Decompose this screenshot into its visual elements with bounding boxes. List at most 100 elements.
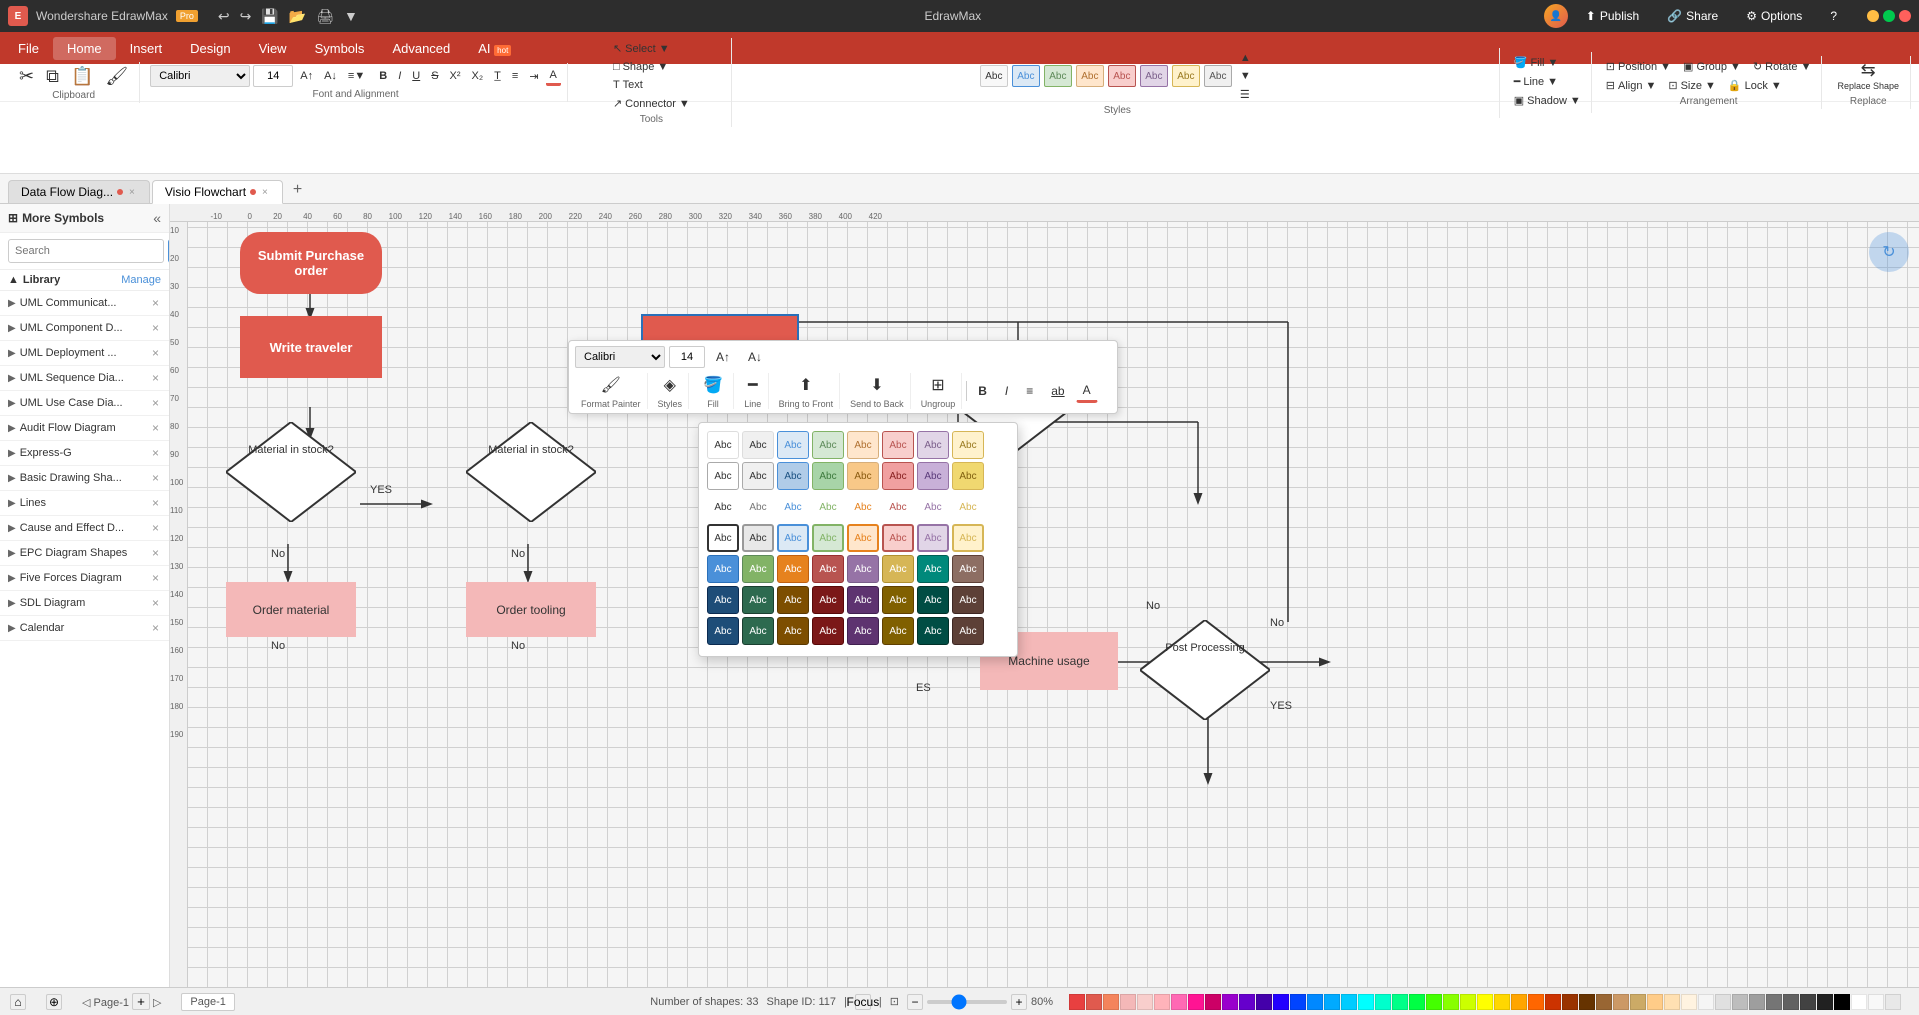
strikethrough-button[interactable]: S (427, 68, 442, 84)
sp-cell-5-4[interactable]: Abc (812, 555, 844, 583)
fill-button[interactable]: 🪣 Fill ▼ (1510, 54, 1563, 71)
focus-button[interactable]: Focus (855, 994, 871, 1010)
sp-cell-4-4[interactable]: Abc (812, 524, 844, 552)
help-button[interactable]: ? (1820, 5, 1847, 27)
style-cell-5[interactable]: Abc (1108, 65, 1136, 87)
refresh-button[interactable]: ↻ (1869, 232, 1909, 272)
minimize-button[interactable] (1867, 10, 1879, 22)
sp-cell-2-3[interactable]: Abc (777, 462, 809, 490)
sp-cell-2-5[interactable]: Abc (847, 462, 879, 490)
sidebar-item-uml-comp[interactable]: ▶ UML Component D... × (0, 316, 169, 341)
size-button[interactable]: ⊡ Size ▼ (1664, 77, 1720, 94)
decrease-font-button[interactable]: A↓ (320, 68, 341, 84)
text-style-button[interactable]: T̲ (490, 68, 505, 84)
color-swatch[interactable] (1698, 994, 1714, 1010)
item-close-button[interactable]: × (150, 396, 161, 410)
sp-cell-5-1[interactable]: Abc (707, 555, 739, 583)
print-button[interactable]: 🖨 (312, 6, 338, 27)
close-tab-visio[interactable]: × (260, 187, 270, 198)
sidebar-item-uml-seq[interactable]: ▶ UML Sequence Dia... × (0, 366, 169, 391)
align-ribbon-button[interactable]: ⊟ Align ▼ (1602, 77, 1661, 94)
add-page-button[interactable]: + (132, 993, 150, 1010)
menu-ai[interactable]: AI hot (464, 37, 525, 60)
color-swatch[interactable] (1307, 994, 1323, 1010)
zoom-slider[interactable] (927, 1000, 1007, 1004)
item-close-button[interactable]: × (150, 346, 161, 360)
format-painter-ribbon-button[interactable]: 🖌 (100, 64, 133, 88)
ft-fill-button[interactable]: 🪣 (699, 373, 727, 397)
sp-cell-4-2[interactable]: Abc (742, 524, 774, 552)
sp-cell-4-7[interactable]: Abc (917, 524, 949, 552)
color-swatch[interactable] (1171, 994, 1187, 1010)
sp-cell-1-1[interactable]: Abc (707, 431, 739, 459)
sp-cell-5-7[interactable]: Abc (917, 555, 949, 583)
next-page-button[interactable]: ▷ (153, 997, 161, 1009)
tab-data-flow[interactable]: Data Flow Diag... × (8, 180, 150, 203)
sp-cell-2-2[interactable]: Abc (742, 462, 774, 490)
ft-align-button[interactable]: ≡ (1019, 379, 1040, 403)
style-cell-1[interactable]: Abc (980, 65, 1008, 87)
sp-cell-2-7[interactable]: Abc (917, 462, 949, 490)
align-button[interactable]: ≡▼ (344, 68, 369, 84)
subscript-button[interactable]: X₂ (468, 68, 488, 84)
item-close-button[interactable]: × (150, 296, 161, 310)
sp-cell-4-3[interactable]: Abc (777, 524, 809, 552)
sp-cell-3-4[interactable]: Abc (812, 493, 844, 521)
shape-button[interactable]: □ Shape ▼ (609, 59, 672, 75)
cut-button[interactable]: ✂ (14, 64, 39, 88)
position-button[interactable]: ⊡ Position ▼ (1602, 58, 1675, 75)
add-tab-button[interactable]: + (285, 177, 310, 203)
sp-cell-3-3[interactable]: Abc (777, 493, 809, 521)
search-input[interactable] (8, 239, 164, 263)
format-painter-button[interactable]: 🖌 (597, 373, 625, 397)
menu-symbols[interactable]: Symbols (301, 37, 379, 60)
replace-shape-button[interactable]: ⇆ Replace Shape (1832, 58, 1904, 94)
color-swatch[interactable] (1528, 994, 1544, 1010)
item-close-button[interactable]: × (150, 471, 161, 485)
ft-italic-button[interactable]: I (998, 379, 1015, 403)
sp-cell-6-1[interactable]: Abc (707, 586, 739, 614)
library-toggle[interactable]: ▲ Library (8, 274, 60, 286)
snap-button[interactable]: ⊕ (46, 994, 62, 1010)
ft-font-size-input[interactable] (669, 346, 705, 368)
sp-cell-2-6[interactable]: Abc (882, 462, 914, 490)
sp-cell-7-5[interactable]: Abc (847, 617, 879, 645)
menu-view[interactable]: View (245, 37, 301, 60)
color-swatch[interactable] (1103, 994, 1119, 1010)
ft-bold-button[interactable]: B (971, 379, 994, 403)
menu-advanced[interactable]: Advanced (378, 37, 464, 60)
font-size-input[interactable] (253, 65, 293, 87)
color-swatch[interactable] (1443, 994, 1459, 1010)
sidebar-item-lines[interactable]: ▶ Lines × (0, 491, 169, 516)
color-swatch[interactable] (1800, 994, 1816, 1010)
sp-cell-7-2[interactable]: Abc (742, 617, 774, 645)
italic-button[interactable]: I (394, 68, 405, 84)
styles-scroll-up[interactable]: ▲ (1236, 50, 1255, 66)
sp-cell-3-6[interactable]: Abc (882, 493, 914, 521)
list-button[interactable]: ≡ (508, 68, 522, 84)
sp-cell-6-7[interactable]: Abc (917, 586, 949, 614)
color-swatch[interactable] (1647, 994, 1663, 1010)
color-swatch[interactable] (1834, 994, 1850, 1010)
style-cell-6[interactable]: Abc (1140, 65, 1168, 87)
sp-cell-6-8[interactable]: Abc (952, 586, 984, 614)
sp-cell-6-5[interactable]: Abc (847, 586, 879, 614)
color-swatch[interactable] (1817, 994, 1833, 1010)
tab-visio[interactable]: Visio Flowchart × (152, 180, 283, 204)
color-swatch[interactable] (1579, 994, 1595, 1010)
sp-cell-1-3[interactable]: Abc (777, 431, 809, 459)
sp-cell-7-4[interactable]: Abc (812, 617, 844, 645)
sp-cell-5-6[interactable]: Abc (882, 555, 914, 583)
sidebar-item-audit[interactable]: ▶ Audit Flow Diagram × (0, 416, 169, 441)
maximize-button[interactable] (1883, 10, 1895, 22)
superscript-button[interactable]: X² (446, 68, 465, 84)
sidebar-item-express[interactable]: ▶ Express-G × (0, 441, 169, 466)
color-swatch[interactable] (1290, 994, 1306, 1010)
color-swatch[interactable] (1222, 994, 1238, 1010)
item-close-button[interactable]: × (150, 571, 161, 585)
style-cell-4[interactable]: Abc (1076, 65, 1104, 87)
sp-cell-2-8[interactable]: Abc (952, 462, 984, 490)
sp-cell-7-7[interactable]: Abc (917, 617, 949, 645)
line-button[interactable]: ━ Line ▼ (1510, 73, 1562, 90)
sp-cell-7-8[interactable]: Abc (952, 617, 984, 645)
